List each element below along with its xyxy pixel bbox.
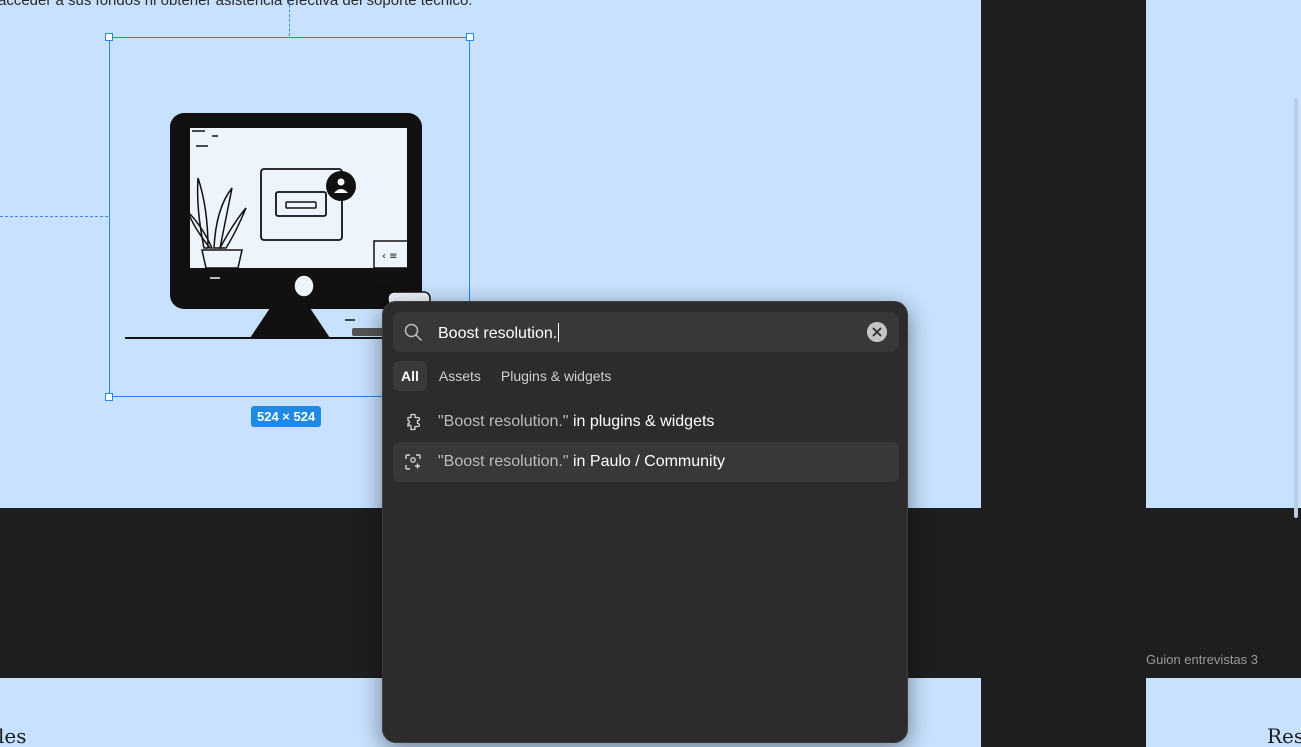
frame-heading-fragment-right[interactable]: Res xyxy=(1267,724,1301,747)
tab-all[interactable]: All xyxy=(393,361,427,391)
canvas-scrollbar[interactable] xyxy=(1294,98,1298,518)
text-caret xyxy=(558,323,560,342)
search-input-value: Boost resolution. xyxy=(438,325,558,342)
frame-body-text[interactable]: acceder a sus fondos ni obtener asistenc… xyxy=(0,0,472,9)
spacing-guide-horizontal xyxy=(0,216,108,217)
result-query: "Boost resolution." xyxy=(438,453,569,470)
resize-handle-top-left[interactable] xyxy=(105,33,113,41)
ai-sparkle-icon xyxy=(405,454,421,470)
frame-heading-fragment[interactable]: les xyxy=(0,724,27,747)
design-canvas[interactable]: acceder a sus fondos ni obtener asistenc… xyxy=(0,0,1301,747)
result-scope: in plugins & widgets xyxy=(568,413,715,430)
plugin-icon xyxy=(407,413,421,431)
search-icon xyxy=(404,323,422,341)
frame-right[interactable] xyxy=(1146,0,1301,508)
frame-bottom-right[interactable]: Res xyxy=(1146,678,1301,747)
result-query: "Boost resolution." xyxy=(438,413,569,430)
search-input[interactable]: Boost resolution. xyxy=(438,323,560,343)
result-label: "Boost resolution." in plugins & widgets xyxy=(438,413,714,431)
frame-name-label[interactable]: Guion entrevistas 3 xyxy=(1146,652,1258,667)
selection-size-badge: 524 × 524 xyxy=(251,406,322,427)
resize-handle-bottom-left[interactable] xyxy=(105,393,113,401)
resize-handle-top-right[interactable] xyxy=(466,33,474,41)
tab-plugins-widgets[interactable]: Plugins & widgets xyxy=(493,361,620,391)
search-filter-tabs: All Assets Plugins & widgets xyxy=(393,361,619,391)
result-scope: in Paulo / Community xyxy=(568,453,726,470)
spacing-guide-vertical xyxy=(289,0,290,36)
close-icon[interactable] xyxy=(867,322,887,342)
result-item-community[interactable]: "Boost resolution." in Paulo / Community xyxy=(393,442,899,482)
quick-actions-panel: Boost resolution. All Assets Plugins & w… xyxy=(382,301,908,743)
tab-assets[interactable]: Assets xyxy=(431,361,489,391)
result-label: "Boost resolution." in Paulo / Community xyxy=(438,453,725,471)
search-field[interactable]: Boost resolution. xyxy=(393,312,899,352)
result-item-plugins[interactable]: "Boost resolution." in plugins & widgets xyxy=(393,402,899,442)
